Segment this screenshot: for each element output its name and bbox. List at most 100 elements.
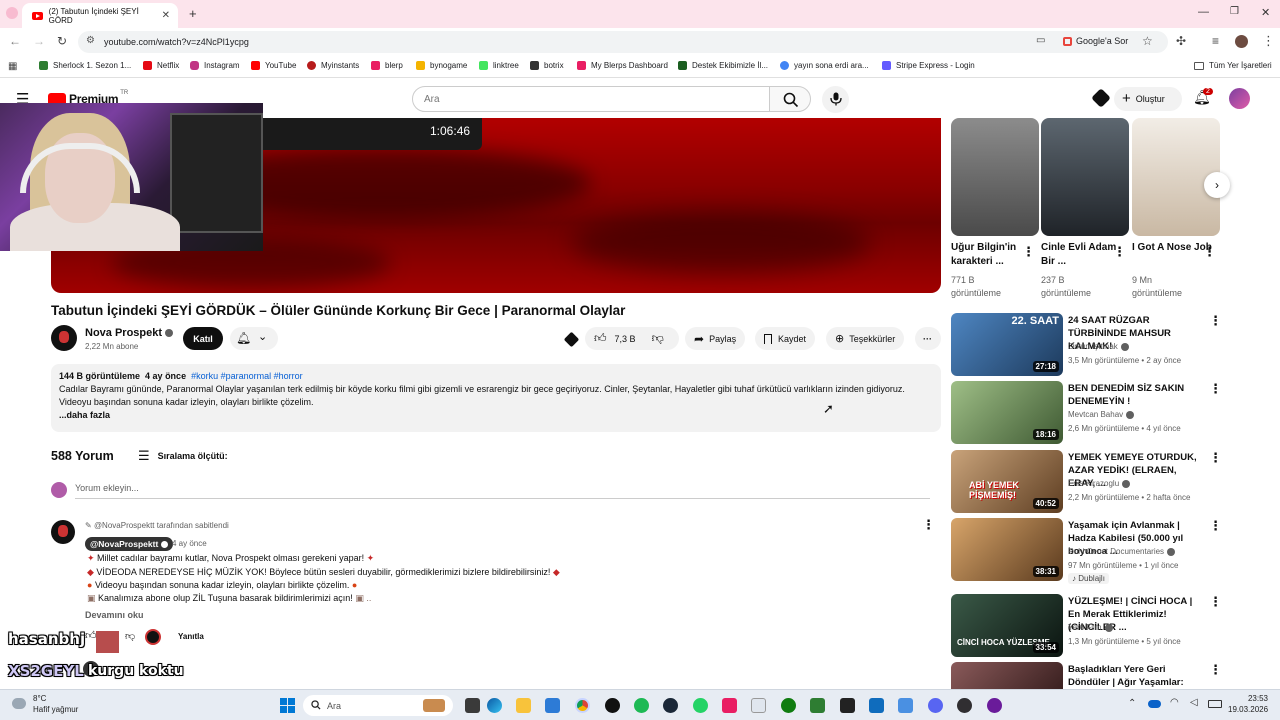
bookmark-item[interactable]: Sherlock 1. Sezon 1... [39,61,131,70]
recommended-thumbnail[interactable]: CİNCİ HOCA YÜZLEŞME 33:54 [951,594,1063,657]
comment-author[interactable]: @NovaProspektt [85,537,174,551]
tray-chevron-icon[interactable]: ⌃ [1128,698,1136,709]
hashtags[interactable]: #korku #paranormal #horror [191,371,303,381]
photos-icon[interactable] [898,698,913,713]
xbox-icon[interactable] [781,698,796,713]
media-icon[interactable]: ≡ [1212,34,1219,48]
comment-more-icon[interactable]: ⋮ [922,517,935,533]
profile-avatar[interactable] [1235,35,1248,48]
volume-icon[interactable]: ◁ [1190,697,1198,708]
sparkle-ask-icon[interactable] [563,331,580,348]
steam-icon[interactable] [663,698,678,713]
voice-search-button[interactable] [822,86,849,113]
site-info-icon[interactable]: ⚙ [86,35,95,46]
bookmark-item[interactable]: bynogame [416,61,467,70]
short-menu-icon[interactable] [1203,244,1216,260]
short-title[interactable]: Cinle Evli Adam Bir ... [1041,241,1121,269]
save-button[interactable]: Kaydet [755,327,816,350]
recommended-thumbnail[interactable]: 22. SAAT 27:18 [951,313,1063,376]
short-menu-icon[interactable] [1022,244,1035,260]
apps-grid-icon[interactable]: ▦ [8,61,17,72]
recommended-thumbnail[interactable]: ABİ YEMEK PİŞMEMİŞ! 40:52 [951,450,1063,513]
url-field[interactable]: ⚙ youtube.com/watch?v=z4NcPl1ycpg Google… [78,31,1168,53]
recommended-thumbnail[interactable]: 18:16 [951,381,1063,444]
back-icon[interactable]: ← [9,34,21,48]
tab-close-icon[interactable]: ✕ [162,10,170,21]
sort-button[interactable]: ☰ Sıralama ölçütü: [138,448,228,464]
outlook-icon[interactable] [869,698,884,713]
obs-icon[interactable] [957,698,972,713]
tab-search-icon[interactable] [6,7,18,19]
app-icon[interactable] [987,698,1002,713]
bookmark-item[interactable]: linktree [479,61,519,70]
description-box[interactable]: 144 B görüntüleme 4 ay önce #korku #para… [51,364,941,432]
read-more-link[interactable]: Devamını oku [85,610,144,620]
bookmark-item[interactable]: My Blerps Dashboard [577,61,668,70]
recommended-channel[interactable]: Ruhi Cenet Documentaries [1068,547,1176,556]
recommended-menu-icon[interactable] [1209,450,1222,466]
recommended-menu-icon[interactable] [1209,381,1222,397]
add-comment-input[interactable]: Yorum ekleyin... [75,483,930,499]
capcut-icon[interactable] [722,698,737,713]
bookmark-item[interactable]: yayın sona erdi ara... [780,61,869,70]
bookmark-item[interactable]: Myinstants [307,61,359,70]
recommended-menu-icon[interactable] [1209,313,1222,329]
recommended-channel[interactable]: Enis Kirazoglu [1068,479,1131,488]
recommended-channel[interactable]: Yer6 Film [1068,623,1113,632]
short-title[interactable]: I Got A Nose Job [1132,241,1212,255]
recommended-channel[interactable]: Mevtcan Bahav [1068,410,1135,419]
short-menu-icon[interactable] [1113,244,1126,260]
bookmark-item[interactable]: Instagram [190,61,240,70]
cast-icon[interactable]: ▭ [1036,35,1045,46]
all-bookmarks[interactable]: Tüm Yer İşaretleri [1194,61,1272,70]
chrome-icon[interactable] [575,698,590,713]
bookmark-item[interactable]: Destek Ekibimizle İl... [678,61,768,70]
forward-icon[interactable]: → [33,34,45,48]
thanks-button[interactable]: ⊕ Teşekkürler [826,327,905,350]
share-button[interactable]: ➦ Paylaş [685,327,746,350]
weather-icon[interactable] [12,698,26,709]
onedrive-icon[interactable] [1148,700,1161,708]
reload-icon[interactable]: ↻ [57,34,67,48]
subscription-bell-button[interactable]: 🔔︎ ⌄ [230,327,278,350]
whatsapp-icon[interactable] [693,698,708,713]
premium-sparkle-icon[interactable] [1091,88,1111,108]
search-button[interactable] [769,86,811,112]
reply-button[interactable]: Yanıtla [178,632,204,641]
search-input[interactable]: Ara [412,86,770,112]
bookmark-item[interactable]: Stripe Express - Login [882,61,975,70]
bookmark-item[interactable]: blerp [371,61,403,70]
system-clock[interactable]: 23:53 19.03.2026 [1228,693,1268,715]
extensions-icon[interactable]: ✣ [1176,34,1186,48]
recommended-menu-icon[interactable] [1209,518,1222,534]
like-button[interactable]: 👍︎ 7,3 B 👎︎ [585,327,679,350]
bookmark-star-icon[interactable]: ☆ [1142,34,1153,48]
recommended-thumbnail[interactable] [951,662,1063,689]
short-thumbnail[interactable] [1041,118,1129,236]
show-more-link[interactable]: ...daha fazla [59,409,933,422]
arrow-app-icon[interactable] [810,698,825,713]
recommended-channel[interactable]: Orkun Işıtmak [1068,342,1129,351]
bookmark-item[interactable]: botrix [530,61,564,70]
bookmark-item[interactable]: Netflix [143,61,179,70]
channel-avatar[interactable] [51,325,77,351]
new-tab-icon[interactable]: + [189,6,197,21]
channel-name[interactable]: Nova Prospekt [85,327,174,339]
recommended-menu-icon[interactable] [1209,594,1222,610]
account-avatar[interactable] [1229,88,1250,109]
spotify-icon[interactable] [634,698,649,713]
comment-author-avatar[interactable] [51,520,75,544]
short-title[interactable]: Uğur Bilgin'in karakteri ... [951,241,1031,269]
maximize-icon[interactable]: ❐ [1230,6,1239,17]
bookmark-item[interactable]: YouTube [251,61,296,70]
browser-menu-icon[interactable]: ⋮ [1262,33,1275,49]
more-actions-button[interactable]: ··· [915,327,941,350]
wifi-icon[interactable]: ◠ [1170,697,1179,708]
tiktok-icon[interactable] [605,698,620,713]
recommended-title[interactable]: BEN DENEDİM SİZ SAKIN DENEMEYİN ! [1068,382,1204,408]
task-view-icon[interactable] [465,698,480,713]
close-window-icon[interactable]: ✕ [1261,6,1270,19]
epic-games-icon[interactable] [840,698,855,713]
battery-icon[interactable] [1208,700,1222,708]
browser-tab[interactable]: (2) Tabutun İçindeki ŞEYİ GÖRD ✕ [22,3,178,28]
